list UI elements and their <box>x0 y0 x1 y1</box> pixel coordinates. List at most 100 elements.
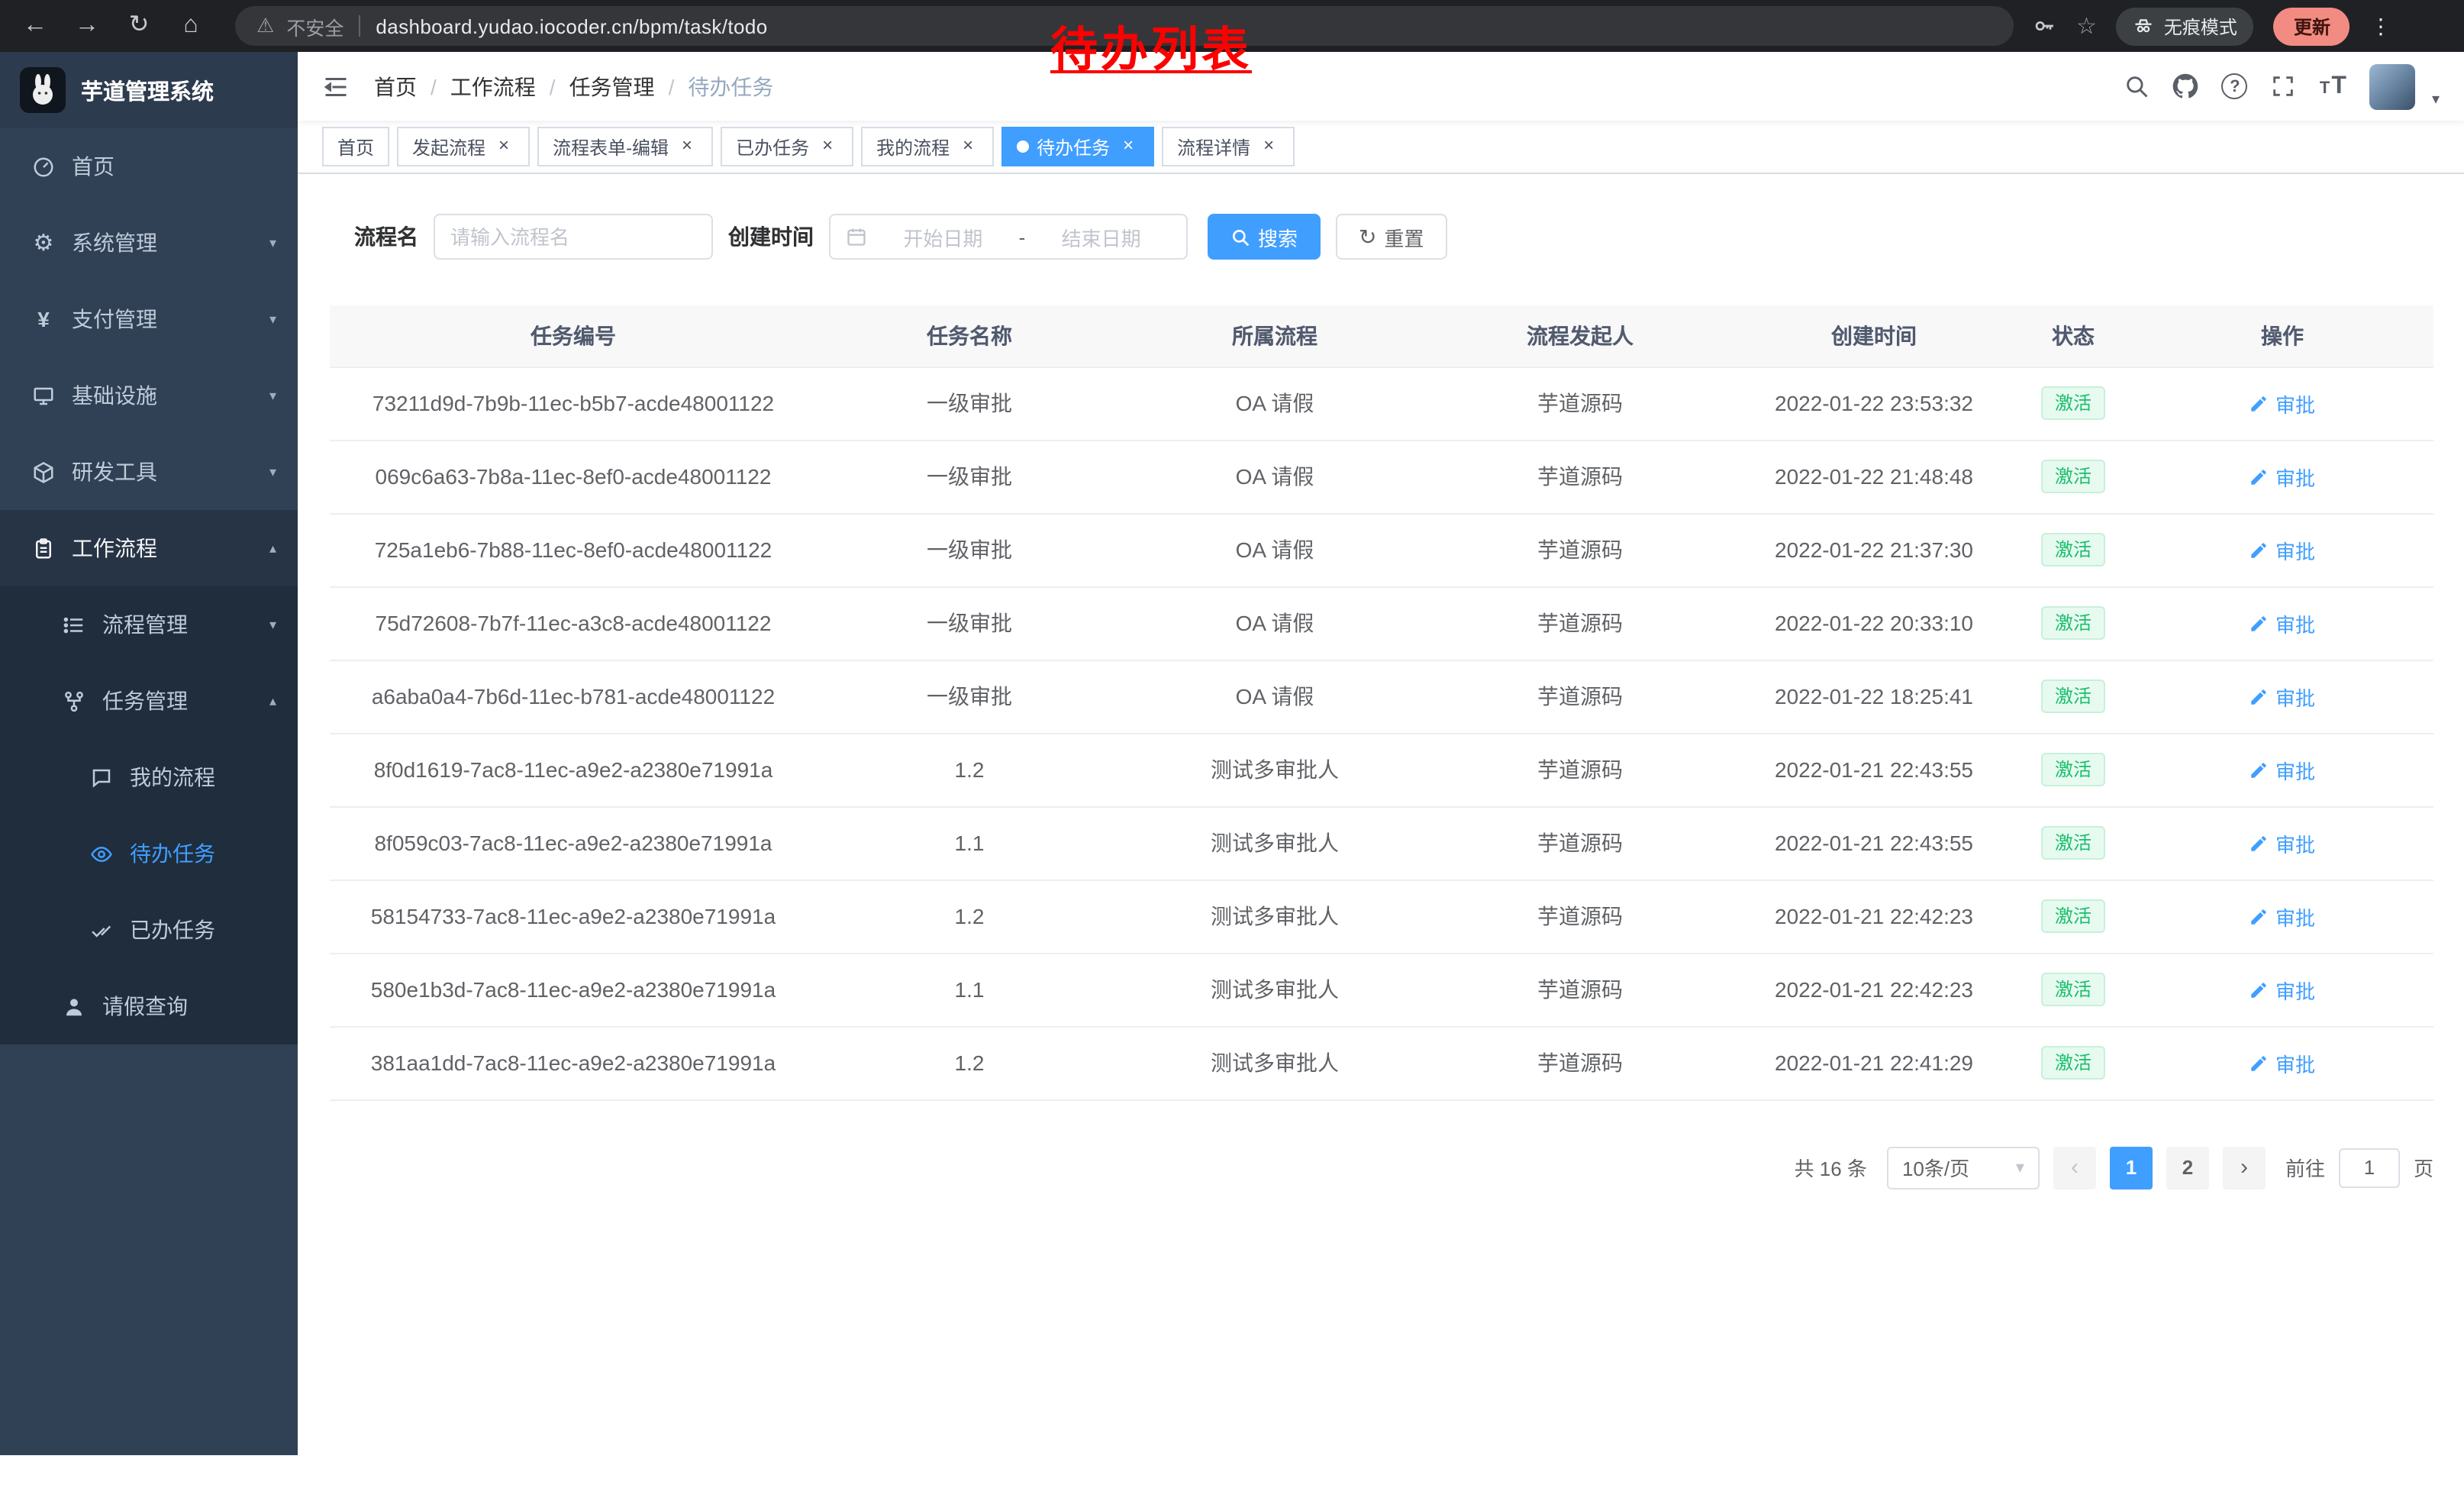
sidebar-item-todo-tasks[interactable]: 待办任务 <box>0 815 298 892</box>
page-1-button[interactable]: 1 <box>2110 1146 2153 1189</box>
sidebar-item-leave-query[interactable]: 请假查询 <box>0 968 298 1044</box>
cell-initiator: 芋道源码 <box>1427 366 1733 440</box>
edit-icon <box>2250 1053 2269 1073</box>
sidebar-item-my-process[interactable]: 我的流程 <box>0 739 298 815</box>
kebab-menu-icon[interactable]: ⋮ <box>2370 13 2391 39</box>
page-size-select[interactable]: 10条/页 ▾ <box>1887 1146 2040 1189</box>
sidebar-item-dev-tools[interactable]: 研发工具 ▾ <box>0 434 298 510</box>
sidebar-item-system-mgmt[interactable]: ⚙ 系统管理 ▾ <box>0 205 298 281</box>
url-text: dashboard.yudao.iocoder.cn/bpm/task/todo <box>376 15 767 37</box>
next-page-button[interactable]: › <box>2223 1146 2266 1189</box>
approve-link[interactable]: 审批 <box>2250 462 2315 491</box>
approve-link[interactable]: 审批 <box>2250 975 2315 1004</box>
edit-icon <box>2250 466 2269 486</box>
close-icon[interactable] <box>676 136 698 157</box>
col-status: 状态 <box>2015 305 2131 366</box>
help-icon[interactable]: ? <box>2222 73 2248 99</box>
chevron-down-icon: ▾ <box>269 234 276 251</box>
table-row: 58154733-7ac8-11ec-a9e2-a2380e71991a 1.2… <box>330 880 2433 953</box>
cell-status: 激活 <box>2015 733 2131 806</box>
fullscreen-icon[interactable] <box>2271 73 2297 99</box>
cell-process: 测试多审批人 <box>1122 733 1427 806</box>
tab-home[interactable]: 首页 <box>322 127 389 166</box>
cell-process: 测试多审批人 <box>1122 880 1427 953</box>
collapse-sidebar-icon[interactable] <box>322 73 350 100</box>
search-button[interactable]: 搜索 <box>1208 214 1321 260</box>
approve-link[interactable]: 审批 <box>2250 755 2315 784</box>
approve-link[interactable]: 审批 <box>2250 389 2315 418</box>
breadcrumb-separator: / <box>550 74 556 98</box>
page-2-button[interactable]: 2 <box>2166 1146 2209 1189</box>
chevron-up-icon: ▴ <box>269 692 276 709</box>
navbar-actions: ? T ▾ <box>2124 63 2440 109</box>
col-created-at: 创建时间 <box>1733 305 2015 366</box>
cell-actions: 审批 <box>2131 806 2433 880</box>
cell-initiator: 芋道源码 <box>1427 1026 1733 1099</box>
reset-button[interactable]: ↻ 重置 <box>1336 214 1447 260</box>
home-icon[interactable]: ⌂ <box>177 14 205 38</box>
breadcrumb-task-mgmt[interactable]: 任务管理 <box>569 71 655 102</box>
tab-start-process[interactable]: 发起流程 <box>397 127 530 166</box>
search-icon[interactable] <box>2124 73 2150 99</box>
update-button[interactable]: 更新 <box>2274 7 2350 45</box>
close-icon[interactable] <box>957 136 979 157</box>
cell-initiator: 芋道源码 <box>1427 880 1733 953</box>
avatar[interactable] <box>2369 63 2415 109</box>
sidebar-item-process-mgmt[interactable]: 流程管理 ▾ <box>0 586 298 663</box>
close-icon[interactable] <box>1258 136 1279 157</box>
approve-link[interactable]: 审批 <box>2250 828 2315 857</box>
chat-icon <box>89 766 114 789</box>
sidebar-item-infrastructure[interactable]: 基础设施 ▾ <box>0 357 298 434</box>
approve-link[interactable]: 审批 <box>2250 1048 2315 1077</box>
close-icon[interactable] <box>493 136 514 157</box>
tab-process-detail[interactable]: 流程详情 <box>1162 127 1295 166</box>
status-badge: 激活 <box>2041 459 2105 494</box>
approve-link[interactable]: 审批 <box>2250 902 2315 931</box>
tab-done-tasks[interactable]: 已办任务 <box>721 127 853 166</box>
process-name-input[interactable] <box>434 214 713 260</box>
divider <box>359 15 360 37</box>
close-icon[interactable] <box>817 136 838 157</box>
cell-task-id: 8f0d1619-7ac8-11ec-a9e2-a2380e71991a <box>330 733 817 806</box>
key-icon[interactable] <box>2032 14 2056 38</box>
sidebar-item-workflow[interactable]: 工作流程 ▴ <box>0 510 298 586</box>
col-initiator: 流程发起人 <box>1427 305 1733 366</box>
sidebar-item-done-tasks[interactable]: 已办任务 <box>0 892 298 968</box>
cell-created-at: 2022-01-21 22:41:29 <box>1733 1026 2015 1099</box>
close-icon[interactable] <box>1118 136 1139 157</box>
tab-process-form-edit[interactable]: 流程表单-编辑 <box>537 127 713 166</box>
date-range-picker[interactable]: 开始日期 - 结束日期 <box>829 214 1188 260</box>
cell-status: 激活 <box>2015 366 2131 440</box>
approve-link[interactable]: 审批 <box>2250 682 2315 711</box>
cell-created-at: 2022-01-22 23:53:32 <box>1733 366 2015 440</box>
tab-my-process[interactable]: 我的流程 <box>861 127 994 166</box>
reload-icon[interactable]: ↻ <box>125 14 153 38</box>
approve-link[interactable]: 审批 <box>2250 608 2315 638</box>
sidebar-item-payment-mgmt[interactable]: ¥ 支付管理 ▾ <box>0 281 298 357</box>
edit-icon <box>2250 906 2269 926</box>
tab-todo-tasks[interactable]: 待办任务 <box>1001 127 1154 166</box>
date-start-placeholder: 开始日期 <box>873 222 1013 251</box>
sidebar-item-task-mgmt[interactable]: 任务管理 ▴ <box>0 663 298 739</box>
cell-status: 激活 <box>2015 660 2131 733</box>
sidebar-item-home[interactable]: 首页 <box>0 128 298 205</box>
breadcrumb-home[interactable]: 首页 <box>374 71 417 102</box>
table-row: 725a1eb6-7b88-11ec-8ef0-acde48001122 一级审… <box>330 513 2433 586</box>
table-row: 381aa1dd-7ac8-11ec-a9e2-a2380e71991a 1.2… <box>330 1026 2433 1099</box>
goto-page-input[interactable] <box>2339 1148 2400 1187</box>
github-icon[interactable] <box>2173 73 2199 99</box>
approve-link[interactable]: 审批 <box>2250 535 2315 564</box>
font-size-icon[interactable]: T <box>2320 73 2346 100</box>
star-icon[interactable]: ☆ <box>2076 12 2097 40</box>
breadcrumb-separator: / <box>431 74 437 98</box>
cell-created-at: 2022-01-22 18:25:41 <box>1733 660 2015 733</box>
forward-icon[interactable]: → <box>73 14 101 38</box>
cell-created-at: 2022-01-22 21:48:48 <box>1733 440 2015 513</box>
status-badge: 激活 <box>2041 532 2105 567</box>
back-icon[interactable]: ← <box>21 14 49 38</box>
breadcrumb-workflow[interactable]: 工作流程 <box>450 71 536 102</box>
cell-actions: 审批 <box>2131 1026 2433 1099</box>
cell-status: 激活 <box>2015 806 2131 880</box>
cell-initiator: 芋道源码 <box>1427 513 1733 586</box>
prev-page-button[interactable]: ‹ <box>2053 1146 2096 1189</box>
